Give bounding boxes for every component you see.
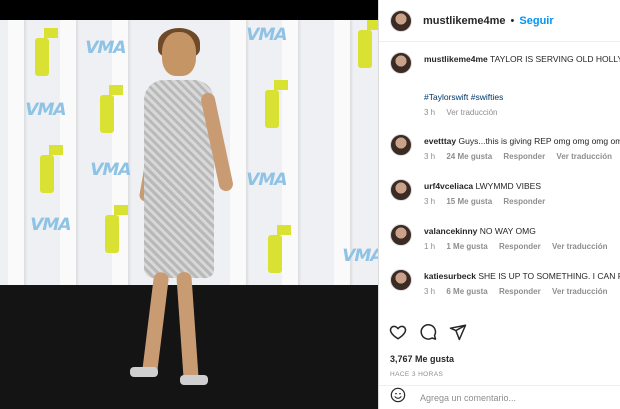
post-details-panel: mustlikeme4me • Seguir mustlikeme4me TAY… (378, 0, 620, 409)
instagram-post-modal: VMA VMA VMA VMA VMA VMA VMA mustlikeme4m… (0, 0, 620, 409)
comment-username[interactable]: valancekinny (424, 226, 477, 236)
like-count[interactable]: 3,767 Me gusta (390, 354, 454, 364)
moonman-figure (100, 85, 123, 133)
comment-body: LWYMMD VIBES (475, 181, 542, 191)
avatar[interactable] (390, 179, 412, 201)
vma-logo: VMA (22, 100, 68, 120)
post-actions (389, 323, 467, 341)
comment-likes[interactable]: 24 Me gusta (446, 152, 492, 161)
reply-button[interactable]: Responder (499, 287, 541, 296)
comment-meta: 1 h 1 Me gusta Responder Ver traducción (424, 242, 617, 251)
comment-text: valancekinny NO WAY OMG (424, 226, 536, 236)
avatar[interactable] (390, 9, 412, 32)
post-header: mustlikeme4me • Seguir (379, 0, 620, 42)
reply-button[interactable]: Responder (503, 197, 545, 206)
comment-time: 3 h (424, 197, 436, 206)
caption-hashtags[interactable]: #Taylorswift #swifties (424, 92, 503, 102)
emoji-icon[interactable] (390, 387, 406, 408)
moonman-figure (35, 28, 58, 76)
see-translation-link[interactable]: Ver traducción (552, 287, 608, 296)
comment-meta: 3 h 24 Me gusta Responder Ver traducción (424, 152, 620, 161)
comment-body: NO WAY OMG (479, 226, 536, 236)
comment-likes[interactable]: 6 Me gusta (446, 287, 487, 296)
avatar[interactable] (390, 224, 412, 246)
moonman-figure (358, 20, 378, 68)
add-comment-input[interactable] (420, 392, 610, 403)
comment-body: SHE IS UP TO SOMETHING. I CAN FEEL IT (478, 271, 620, 281)
comment-meta: 3 h 6 Me gusta Responder Ver traducción (424, 287, 617, 296)
moonman-figure (268, 225, 291, 273)
post-timestamp: HACE 3 HORAS (390, 371, 444, 378)
caption-username[interactable]: mustlikeme4me (424, 54, 488, 64)
add-comment-bar (379, 385, 620, 409)
vma-logo: VMA (339, 246, 378, 266)
post-photo[interactable]: VMA VMA VMA VMA VMA VMA VMA (0, 0, 378, 409)
comment-username[interactable]: urf4vceliaca (424, 181, 473, 191)
comment-text: urf4vceliaca LWYMMD VIBES (424, 181, 541, 191)
moonman-figure (40, 145, 63, 193)
comment-likes[interactable]: 15 Me gusta (446, 197, 492, 206)
reply-button[interactable]: Responder (503, 152, 545, 161)
vma-logo: VMA (27, 215, 73, 235)
heart-icon[interactable] (389, 323, 407, 341)
share-send-icon[interactable] (449, 323, 467, 341)
separator-dot: • (510, 14, 515, 27)
see-translation-link[interactable]: Ver traducción (446, 108, 497, 117)
moonman-figure (105, 205, 128, 253)
vma-logo: VMA (243, 170, 289, 190)
caption-time: 3 h (424, 108, 436, 117)
comment-likes[interactable]: 1 Me gusta (446, 242, 487, 251)
moonman-figure (265, 80, 288, 128)
comment-text: evetttay Guys...this is giving REP omg o… (424, 136, 620, 146)
caption-text: mustlikeme4me TAYLOR IS SERVING OLD HOLL… (424, 54, 620, 64)
comment-time: 3 h (424, 287, 436, 296)
comment-username[interactable]: evetttay (424, 136, 456, 146)
see-translation-link[interactable]: Ver traducción (556, 152, 612, 161)
comment-time: 3 h (424, 152, 436, 161)
caption-meta: 3 h Ver traducción (424, 108, 507, 117)
see-translation-link[interactable]: Ver traducción (552, 242, 608, 251)
avatar[interactable] (390, 269, 412, 291)
post-author-username[interactable]: mustlikeme4me (423, 15, 506, 27)
comment-username[interactable]: katiesurbeck (424, 271, 476, 281)
comment-body: Guys...this is giving REP omg omg omg om… (458, 136, 620, 146)
reply-button[interactable]: Responder (499, 242, 541, 251)
vma-logo: VMA (243, 25, 289, 45)
photo-subject (118, 28, 248, 387)
comment-meta: 3 h 15 Me gusta Responder (424, 197, 554, 206)
comment-time: 1 h (424, 242, 436, 251)
comment-text: katiesurbeck SHE IS UP TO SOMETHING. I C… (424, 271, 620, 281)
comments-list[interactable]: mustlikeme4me TAYLOR IS SERVING OLD HOLL… (379, 42, 620, 314)
follow-button[interactable]: Seguir (519, 15, 553, 27)
avatar[interactable] (390, 134, 412, 156)
comment-bubble-icon[interactable] (419, 323, 437, 341)
caption-body: TAYLOR IS SERVING OLD HOLLYWOOD VMAS!! (490, 54, 620, 64)
avatar[interactable] (390, 52, 412, 74)
